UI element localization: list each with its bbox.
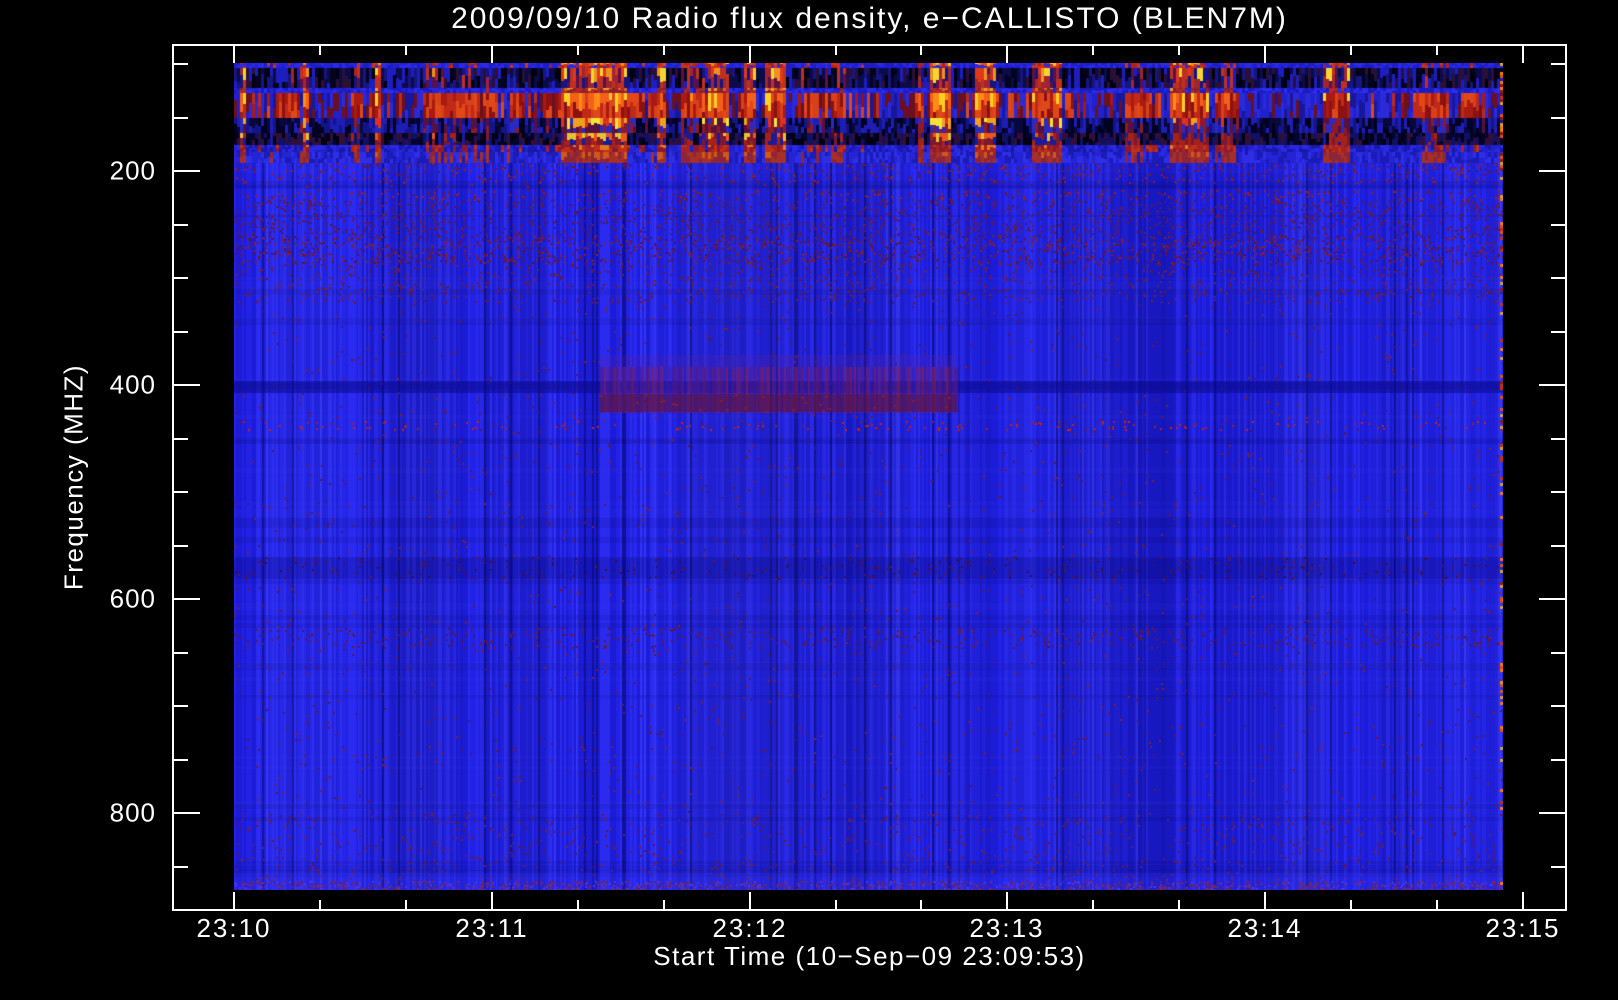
axis-tick [1551,437,1565,440]
axis-tick [1551,223,1565,226]
axis-tick [1539,170,1565,172]
axis-tick [1551,63,1565,65]
axis-tick [662,46,665,55]
y-tick-label-600: 600 [109,583,156,614]
axis-tick [174,384,200,386]
axis-tick [1551,705,1565,707]
axis-tick [1551,491,1565,493]
axis-tick [1350,46,1353,55]
axis-tick [576,46,579,55]
axis-tick [1178,900,1181,909]
axis-tick [1551,865,1565,868]
axis-tick [174,598,200,600]
x-tick-label-2310: 23:10 [196,913,272,943]
axis-tick [490,46,493,63]
x-tick-label-2314: 23:14 [1227,913,1303,943]
axis-tick [318,46,321,55]
axis-tick [174,651,188,654]
axis-tick [1178,46,1181,55]
axis-tick [1350,900,1353,909]
axis-tick [1551,330,1565,333]
axis-tick [174,437,188,440]
axis-tick [1551,277,1565,279]
axis-tick [1092,900,1095,909]
axis-tick [1551,544,1565,547]
axis-tick [174,865,188,868]
x-tick-label-2311: 23:11 [455,913,529,943]
axis-tick [834,46,837,55]
axis-tick [1006,46,1009,63]
axis-tick [233,46,235,63]
axis-tick [404,46,407,55]
plot-frame [172,44,1567,911]
axis-tick [1539,812,1565,814]
x-axis-label: Start Time (10−Sep−09 23:09:53) [653,941,1086,971]
axis-tick [318,900,321,909]
y-tick-label-800: 800 [109,797,156,828]
axis-tick [174,116,188,119]
axis-tick [1551,116,1565,119]
axis-tick [174,330,188,333]
axis-tick [174,277,188,279]
axis-tick [1436,900,1439,909]
axis-tick [174,170,200,172]
axis-tick [748,892,751,909]
axis-tick [1522,46,1524,63]
axis-tick [576,900,579,909]
axis-tick [1436,46,1439,55]
axis-tick [1264,46,1267,63]
axis-tick [1092,46,1095,55]
axis-tick [1264,892,1267,909]
y-tick-label-400: 400 [109,369,156,400]
axis-tick [174,705,188,707]
axis-tick [174,63,188,65]
y-tick-label-200: 200 [109,155,156,186]
x-tick-label-2315: 23:15 [1485,913,1561,943]
axis-tick [174,223,188,226]
axis-tick [174,758,188,761]
chart-title: 2009/09/10 Radio flux density, e−CALLIST… [451,2,1288,35]
axis-tick [174,491,188,493]
axis-tick [174,812,200,814]
axis-tick [233,892,235,909]
axis-tick [1551,758,1565,761]
axis-tick [834,900,837,909]
axis-tick [1522,892,1524,909]
axis-tick [662,900,665,909]
axis-tick [748,46,751,63]
x-tick-label-2313: 23:13 [969,913,1045,943]
axis-tick [920,900,923,909]
x-tick-label-2312: 23:12 [712,913,788,943]
axis-tick [1551,651,1565,654]
axis-tick [490,892,493,909]
axis-tick [1006,892,1009,909]
axis-tick [920,46,923,55]
axis-tick [1539,598,1565,600]
axis-tick [1539,384,1565,386]
axis-tick [404,900,407,909]
axis-tick [174,544,188,547]
